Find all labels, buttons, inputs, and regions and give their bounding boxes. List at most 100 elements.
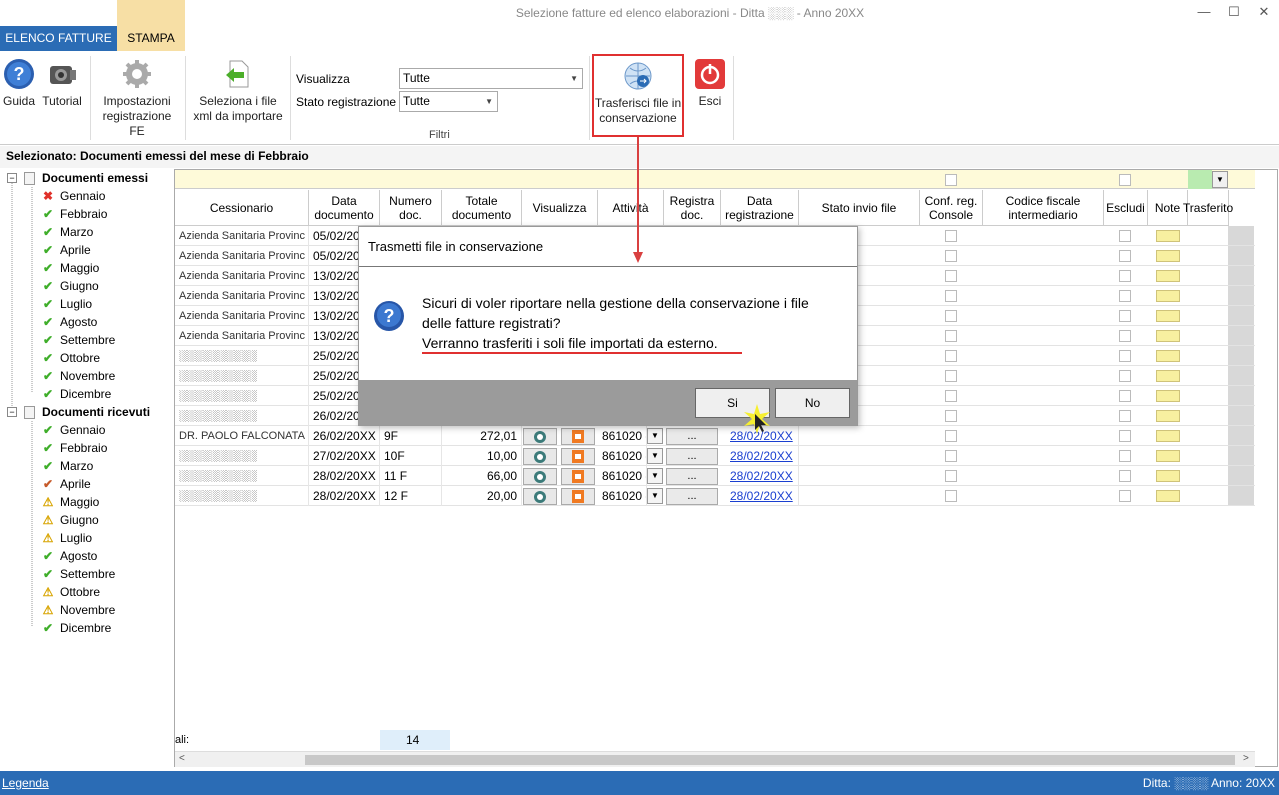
tree-month-item[interactable]: ⚠ Novembre — [40, 601, 116, 619]
conf-reg-checkbox[interactable] — [945, 230, 957, 242]
conf-reg-checkbox[interactable] — [945, 410, 957, 422]
chevron-down-icon[interactable]: ▼ — [647, 448, 663, 464]
tree-month-item[interactable]: ⚠ Ottobre — [40, 583, 100, 601]
tree-month-item[interactable]: ✔ Ottobre — [40, 349, 100, 367]
tree-month-item[interactable]: ✔ Agosto — [40, 547, 97, 565]
tree-month-item[interactable]: ✔ Aprile — [40, 241, 91, 259]
registra-doc-button[interactable]: ... — [666, 448, 718, 465]
conf-reg-checkbox[interactable] — [945, 430, 957, 442]
view-invoice-button[interactable] — [523, 468, 557, 485]
registra-doc-button[interactable]: ... — [666, 488, 718, 505]
view-pdf-button[interactable] — [561, 468, 595, 485]
column-header-trasferito[interactable]: Trasferito — [1183, 190, 1233, 226]
escludi-checkbox[interactable] — [1119, 250, 1131, 262]
escludi-checkbox[interactable] — [1119, 430, 1131, 442]
view-invoice-button[interactable] — [523, 428, 557, 445]
escludi-checkbox[interactable] — [1119, 390, 1131, 402]
chevron-down-icon[interactable]: ▼ — [647, 428, 663, 444]
column-header-data-doc[interactable]: Data documento — [309, 190, 380, 226]
impostazioni-button[interactable]: Impostazioni registrazione FE — [94, 58, 180, 139]
chevron-down-icon[interactable]: ▼ — [647, 468, 663, 484]
conf-reg-checkbox[interactable] — [945, 250, 957, 262]
column-header-registra[interactable]: Registra doc. — [664, 190, 721, 226]
tree-month-item[interactable]: ✔ Settembre — [40, 331, 115, 349]
tree-month-item[interactable]: ✔ Agosto — [40, 313, 97, 331]
tree-month-item[interactable]: ⚠ Luglio — [40, 529, 92, 547]
escludi-checkbox[interactable] — [1119, 330, 1131, 342]
note-icon[interactable] — [1156, 250, 1180, 262]
collapse-emessi-toggle[interactable]: − — [7, 173, 17, 183]
escludi-checkbox[interactable] — [1119, 290, 1131, 302]
tree-month-item[interactable]: ✔ Dicembre — [40, 619, 111, 637]
note-icon[interactable] — [1156, 230, 1180, 242]
note-icon[interactable] — [1156, 370, 1180, 382]
column-header-codice[interactable]: Codice fiscale intermediario — [983, 190, 1104, 226]
note-icon[interactable] — [1156, 330, 1180, 342]
conf-reg-checkbox[interactable] — [945, 270, 957, 282]
conf-reg-checkbox[interactable] — [945, 470, 957, 482]
escludi-checkbox[interactable] — [1119, 470, 1131, 482]
note-icon[interactable] — [1156, 450, 1180, 462]
tree-node-ricevuti[interactable]: Documenti ricevuti — [42, 403, 150, 421]
horizontal-scrollbar[interactable]: < > — [175, 751, 1255, 767]
trasferisci-conservazione-button[interactable]: Trasferisci file in conservazione — [592, 54, 684, 137]
trasferito-filter[interactable] — [1188, 170, 1212, 189]
visualizza-select[interactable]: Tutte ▼ — [399, 68, 583, 89]
escludi-checkbox[interactable] — [1119, 230, 1131, 242]
view-pdf-button[interactable] — [561, 448, 595, 465]
scroll-left-icon[interactable]: < — [179, 753, 185, 764]
escludi-checkbox[interactable] — [1119, 350, 1131, 362]
cell-data-registrazione-link[interactable]: 28/02/20XX — [727, 446, 799, 466]
escludi-checkbox[interactable] — [1119, 450, 1131, 462]
tree-month-item[interactable]: ✔ Marzo — [40, 457, 93, 475]
scrollbar-thumb[interactable] — [305, 755, 1235, 765]
chevron-down-icon[interactable]: ▼ — [1212, 171, 1228, 188]
note-icon[interactable] — [1156, 430, 1180, 442]
tree-month-item[interactable]: ✔ Maggio — [40, 259, 99, 277]
esci-button[interactable]: Esci — [692, 58, 728, 109]
escludi-checkbox[interactable] — [1119, 370, 1131, 382]
note-icon[interactable] — [1156, 390, 1180, 402]
tree-month-item[interactable]: ✔ Febbraio — [40, 439, 107, 457]
tree-month-item[interactable]: ✔ Novembre — [40, 367, 115, 385]
escludi-checkbox[interactable] — [1119, 410, 1131, 422]
note-icon[interactable] — [1156, 350, 1180, 362]
minimize-button[interactable]: — — [1192, 3, 1216, 23]
seleziona-file-button[interactable]: Seleziona i file xml da importare — [190, 58, 286, 124]
conf-reg-checkbox[interactable] — [945, 390, 957, 402]
column-header-totale[interactable]: Totale documento — [442, 190, 522, 226]
tree-month-item[interactable]: ✔ Settembre — [40, 565, 115, 583]
note-icon[interactable] — [1156, 490, 1180, 502]
column-header-escludi[interactable]: Escludi — [1104, 190, 1148, 226]
column-header-cessionario[interactable]: Cessionario — [175, 190, 309, 226]
tree-month-item[interactable]: ✔ Aprile — [40, 475, 91, 493]
escludi-checkbox[interactable] — [1119, 490, 1131, 502]
column-header-numero[interactable]: Numero doc. — [380, 190, 442, 226]
column-header-data-reg[interactable]: Data registrazione — [721, 190, 799, 226]
note-icon[interactable] — [1156, 470, 1180, 482]
column-header-conf[interactable]: Conf. reg. Console — [920, 190, 983, 226]
cell-data-registrazione-link[interactable]: 28/02/20XX — [727, 466, 799, 486]
conf-reg-checkbox[interactable] — [945, 370, 957, 382]
close-button[interactable]: ✕ — [1252, 3, 1276, 23]
tree-month-item[interactable]: ✔ Febbraio — [40, 205, 107, 223]
tree-month-item[interactable]: ✔ Gennaio — [40, 421, 105, 439]
stato-registrazione-select[interactable]: Tutte ▼ — [399, 91, 498, 112]
conf-reg-checkbox[interactable] — [945, 450, 957, 462]
tab-stampa[interactable]: STAMPA — [117, 26, 185, 51]
legenda-link[interactable]: Legenda — [2, 771, 49, 795]
note-icon[interactable] — [1156, 290, 1180, 302]
tab-elenco-fatture[interactable]: ELENCO FATTURE — [0, 26, 117, 51]
view-invoice-button[interactable] — [523, 488, 557, 505]
tree-month-item[interactable]: ✔ Luglio — [40, 295, 92, 313]
tree-month-item[interactable]: ✔ Giugno — [40, 277, 99, 295]
no-button[interactable]: No — [775, 388, 850, 418]
tutorial-button[interactable]: Tutorial — [40, 58, 84, 109]
note-icon[interactable] — [1156, 310, 1180, 322]
registra-doc-button[interactable]: ... — [666, 468, 718, 485]
scroll-right-icon[interactable]: > — [1243, 753, 1249, 764]
collapse-ricevuti-toggle[interactable]: − — [7, 407, 17, 417]
column-header-stato[interactable]: Stato invio file — [799, 190, 920, 226]
conf-reg-checkbox[interactable] — [945, 330, 957, 342]
tree-month-item[interactable]: ✔ Dicembre — [40, 385, 111, 403]
